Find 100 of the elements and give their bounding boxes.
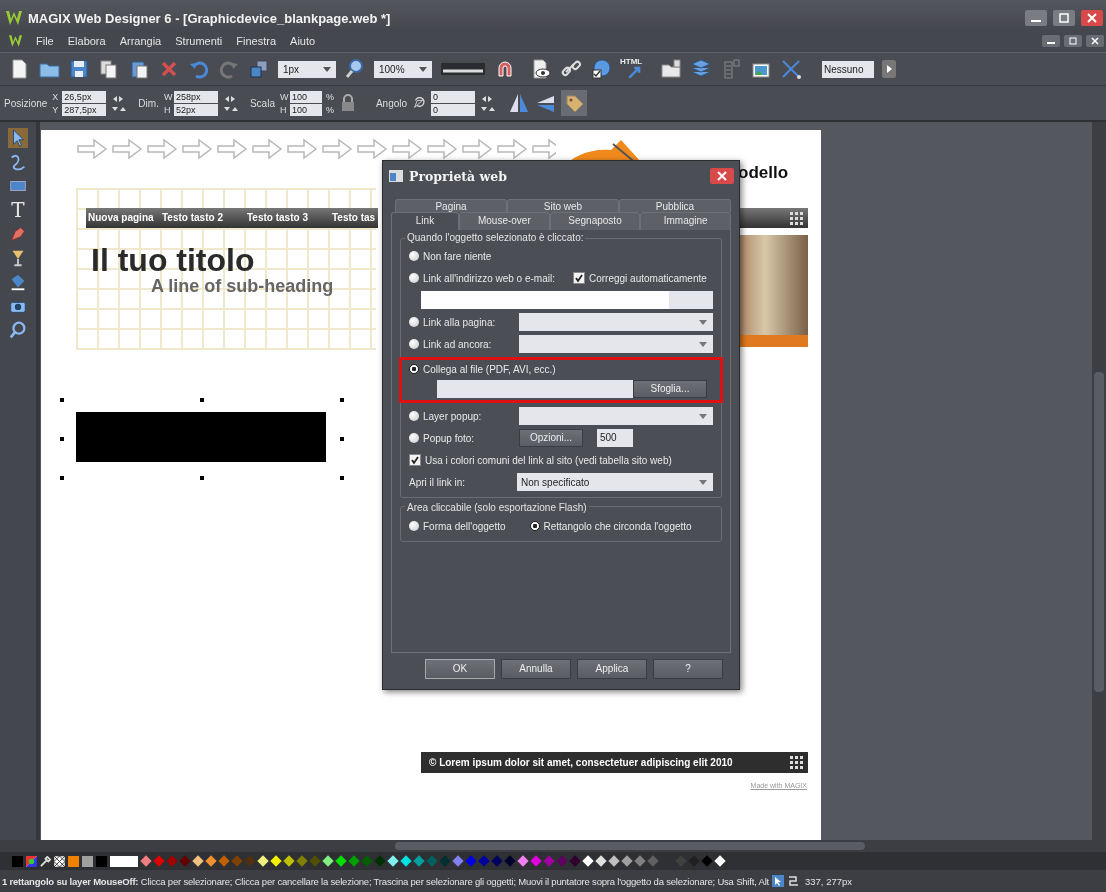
pen-tool-icon[interactable] xyxy=(8,224,28,244)
color-swatch[interactable] xyxy=(231,855,243,867)
zoom-dropdown[interactable]: 100% xyxy=(374,60,432,78)
x-position-field[interactable]: 26,5px xyxy=(62,90,107,103)
color-swatch[interactable] xyxy=(714,855,726,867)
minimize-button[interactable] xyxy=(1042,35,1060,47)
color-swatch[interactable] xyxy=(153,855,165,867)
tab[interactable]: Immagine xyxy=(640,212,731,230)
color-swatch[interactable] xyxy=(701,855,713,867)
close-button[interactable] xyxy=(710,168,734,184)
radio-button[interactable] xyxy=(409,411,419,421)
color-swatch[interactable] xyxy=(374,855,386,867)
options-button[interactable]: Opzioni... xyxy=(519,429,583,447)
color-swatch[interactable] xyxy=(96,855,107,867)
menu-item[interactable]: Aiuto xyxy=(284,35,322,47)
zoom-tool-icon[interactable] xyxy=(8,320,28,340)
color-swatch[interactable] xyxy=(400,855,412,867)
color-swatch[interactable] xyxy=(465,855,477,867)
color-swatch[interactable] xyxy=(569,855,581,867)
color-swatch[interactable] xyxy=(244,855,256,867)
close-button[interactable] xyxy=(1086,35,1104,47)
selection-handle[interactable] xyxy=(200,398,204,402)
curve-tool-icon[interactable] xyxy=(8,152,28,172)
nav-link[interactable]: Nuova pagina xyxy=(88,212,154,223)
scale-width-field[interactable]: 100 xyxy=(289,90,322,103)
color-wheel-icon[interactable] xyxy=(26,855,37,867)
target-dropdown[interactable]: Non specificato xyxy=(517,473,713,491)
color-swatch[interactable] xyxy=(335,855,347,867)
color-swatch[interactable] xyxy=(205,855,217,867)
nav-link[interactable]: Testo tas xyxy=(332,212,376,223)
color-swatch[interactable] xyxy=(322,855,334,867)
menu-item[interactable]: Finestra xyxy=(230,35,283,47)
radio-button[interactable] xyxy=(409,317,419,327)
menu-item[interactable]: Elabora xyxy=(61,35,112,47)
url-input-field[interactable] xyxy=(421,291,713,309)
menu-item[interactable]: File xyxy=(30,35,60,47)
color-swatch[interactable] xyxy=(361,855,373,867)
radio-button[interactable] xyxy=(409,521,419,531)
color-swatch[interactable] xyxy=(439,855,451,867)
color-swatch[interactable] xyxy=(68,855,79,867)
selection-handle[interactable] xyxy=(60,437,64,441)
radio-button[interactable] xyxy=(409,251,419,261)
color-swatch[interactable] xyxy=(608,855,620,867)
skew-field[interactable]: 0 xyxy=(431,103,476,116)
eyedropper-icon[interactable] xyxy=(40,855,51,867)
radio-button[interactable] xyxy=(409,339,419,349)
color-swatch[interactable] xyxy=(413,855,425,867)
radio-button[interactable] xyxy=(409,364,419,374)
spinner-arrows-icon[interactable] xyxy=(222,95,239,111)
preview-icon[interactable] xyxy=(530,58,552,80)
tab[interactable]: Segnaposto xyxy=(549,212,641,230)
menu-item[interactable]: Arrangia xyxy=(113,35,168,47)
color-swatch[interactable] xyxy=(634,855,646,867)
tab[interactable]: Mouse-over xyxy=(459,212,550,230)
close-button[interactable] xyxy=(1080,10,1104,26)
size-field[interactable]: 500 xyxy=(597,429,633,447)
selection-handle[interactable] xyxy=(60,398,64,402)
color-swatch[interactable] xyxy=(543,855,555,867)
copy-icon[interactable] xyxy=(98,58,120,80)
color-swatch[interactable] xyxy=(595,855,607,867)
color-swatch[interactable] xyxy=(582,855,594,867)
color-swatch[interactable] xyxy=(218,855,230,867)
color-swatch[interactable] xyxy=(82,855,93,867)
color-swatch[interactable] xyxy=(426,855,438,867)
arrange-icon[interactable] xyxy=(248,58,270,80)
checkbox[interactable] xyxy=(572,272,585,284)
spinner-arrows-icon[interactable] xyxy=(480,95,497,111)
nav-link[interactable]: Testo tasto 3 xyxy=(247,212,308,223)
color-swatch[interactable] xyxy=(517,855,529,867)
restore-button[interactable] xyxy=(1064,35,1082,47)
spinner-arrows-icon[interactable] xyxy=(111,95,128,111)
browse-button[interactable]: Sfoglia... xyxy=(633,380,707,398)
color-swatch[interactable] xyxy=(491,855,503,867)
selection-handle[interactable] xyxy=(200,476,204,480)
html-export-button[interactable]: HTML xyxy=(620,57,646,81)
tab[interactable]: Pagina xyxy=(395,199,507,212)
tab[interactable]: Link xyxy=(391,212,459,230)
maximize-button[interactable] xyxy=(1052,10,1076,26)
tab[interactable]: Sito web xyxy=(507,199,619,212)
horizontal-scrollbar[interactable] xyxy=(0,840,1106,852)
color-swatch[interactable] xyxy=(309,855,321,867)
menu-item[interactable]: Strumenti xyxy=(169,35,229,47)
selection-handle[interactable] xyxy=(60,476,64,480)
line-width-dropdown[interactable]: 1px xyxy=(278,60,336,78)
style-field[interactable]: Nessuno xyxy=(822,60,874,78)
height-field[interactable]: 52px xyxy=(173,103,218,116)
zoom-icon[interactable] xyxy=(344,58,366,80)
rotation-field[interactable]: 0 xyxy=(431,90,476,103)
tag-icon[interactable] xyxy=(561,90,588,116)
selection-handle[interactable] xyxy=(340,437,344,441)
color-swatch[interactable] xyxy=(504,855,516,867)
radio-button[interactable] xyxy=(409,433,419,443)
globe-check-icon[interactable] xyxy=(590,58,612,80)
radio-button[interactable] xyxy=(529,521,540,531)
folder-pages-icon[interactable] xyxy=(660,58,682,80)
color-swatch[interactable] xyxy=(110,855,138,867)
apply-style-button[interactable] xyxy=(882,60,896,78)
selection-handle[interactable] xyxy=(340,476,344,480)
tab[interactable]: Pubblica xyxy=(619,199,731,212)
color-swatch[interactable] xyxy=(621,855,633,867)
